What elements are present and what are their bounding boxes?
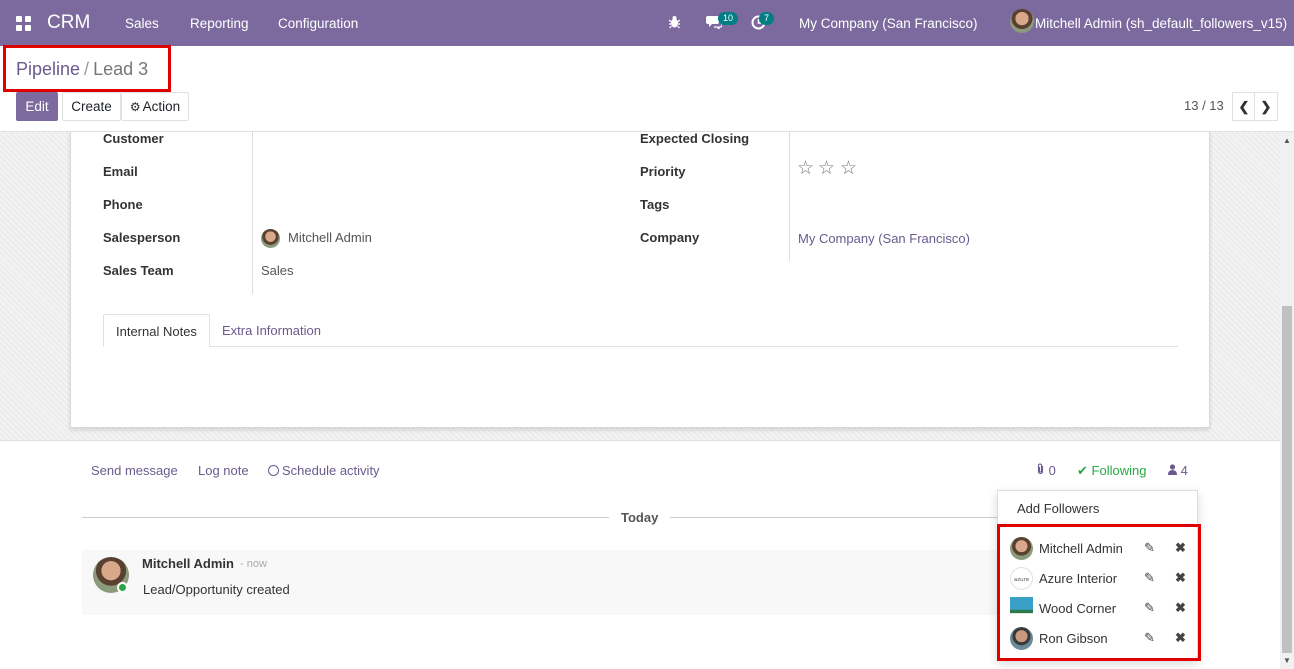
activities-badge: 7: [759, 12, 775, 25]
create-button[interactable]: Create: [62, 92, 121, 121]
message-body: Lead/Opportunity created: [143, 582, 290, 597]
messages-badge: 10: [718, 12, 739, 25]
priority-star-icon[interactable]: ☆: [797, 157, 814, 180]
schedule-activity-label: Schedule activity: [282, 463, 380, 478]
schedule-activity-button[interactable]: Schedule activity: [268, 463, 380, 478]
notebook-tabs: Internal Notes Extra Information: [103, 314, 1178, 347]
paperclip-icon: [1036, 463, 1049, 478]
app-brand[interactable]: CRM: [47, 12, 90, 34]
online-status-icon: [117, 582, 128, 593]
vertical-scrollbar[interactable]: ▲ ▼: [1280, 132, 1294, 669]
breadcrumb-highlight-box: [3, 45, 171, 92]
priority-star-icon[interactable]: ☆: [818, 157, 835, 180]
day-divider-left: [82, 517, 609, 518]
salesperson-avatar: [261, 229, 280, 248]
pager-value[interactable]: 13 / 13: [1184, 98, 1224, 113]
action-label: Action: [142, 99, 181, 114]
pager-previous-button[interactable]: ❮: [1232, 92, 1256, 121]
sales-team-value[interactable]: Sales: [261, 263, 294, 278]
top-navbar: CRM Sales Reporting Configuration 10 7 M…: [0, 0, 1294, 46]
label-email: Email: [103, 164, 138, 179]
label-customer: Customer: [103, 131, 164, 146]
add-followers-button[interactable]: Add Followers: [1017, 501, 1099, 516]
label-company: Company: [640, 230, 700, 245]
right-field-divider: [789, 132, 790, 261]
user-avatar[interactable]: [1010, 9, 1034, 33]
chevron-right-icon: ❯: [1260, 98, 1272, 114]
day-divider-right: [670, 517, 997, 518]
attachments-count: 0: [1048, 463, 1056, 478]
send-message-button[interactable]: Send message: [91, 463, 178, 478]
label-priority: Priority: [640, 164, 686, 179]
followers-highlight-box: [997, 524, 1201, 661]
clock-icon: [268, 465, 279, 476]
label-phone: Phone: [103, 197, 143, 212]
following-label: Following: [1091, 463, 1147, 478]
label-tags: Tags: [640, 197, 670, 212]
company-value[interactable]: My Company (San Francisco): [798, 231, 970, 246]
scroll-up-icon[interactable]: ▲: [1283, 136, 1291, 145]
action-button[interactable]: ⚙ Action: [121, 92, 189, 121]
message-author[interactable]: Mitchell Admin: [142, 556, 234, 571]
control-panel: Pipeline / Lead 3 Edit Create ⚙ Action 13 /…: [0, 45, 1294, 132]
left-field-divider: [252, 132, 253, 294]
apps-grid-icon[interactable]: [16, 16, 31, 31]
chevron-left-icon: ❮: [1238, 98, 1250, 114]
company-switcher[interactable]: My Company (San Francisco): [799, 16, 978, 31]
user-icon: [1168, 463, 1181, 478]
menu-reporting[interactable]: Reporting: [190, 16, 249, 31]
message-time: - now: [240, 558, 267, 570]
scrollbar-thumb[interactable]: [1282, 306, 1292, 653]
gear-icon: ⚙: [129, 99, 141, 114]
tab-extra-information[interactable]: Extra Information: [210, 314, 333, 347]
menu-configuration[interactable]: Configuration: [278, 16, 358, 31]
priority-star-icon[interactable]: ☆: [840, 157, 857, 180]
today-label: Today: [621, 510, 659, 525]
check-icon: ✔: [1077, 463, 1088, 478]
edit-button[interactable]: Edit: [16, 92, 58, 121]
following-button[interactable]: ✔ Following: [1077, 463, 1146, 479]
followers-button[interactable]: 4: [1168, 463, 1188, 478]
menu-sales[interactable]: Sales: [125, 16, 159, 31]
bug-icon[interactable]: [668, 15, 681, 32]
salesperson-value[interactable]: Mitchell Admin: [288, 230, 372, 245]
label-sales-team: Sales Team: [103, 263, 174, 278]
attachments-button[interactable]: 0: [1036, 463, 1056, 478]
log-note-button[interactable]: Log note: [198, 463, 249, 478]
pager-next-button[interactable]: ❯: [1254, 92, 1278, 121]
label-salesperson: Salesperson: [103, 230, 181, 245]
tab-internal-notes[interactable]: Internal Notes: [103, 314, 210, 347]
followers-count: 4: [1180, 463, 1188, 478]
label-expected-closing: Expected Closing: [640, 131, 750, 146]
scroll-down-icon[interactable]: ▼: [1283, 656, 1291, 665]
user-menu[interactable]: Mitchell Admin (sh_default_followers_v15…: [1035, 16, 1287, 31]
chatter-divider: [0, 440, 1280, 441]
